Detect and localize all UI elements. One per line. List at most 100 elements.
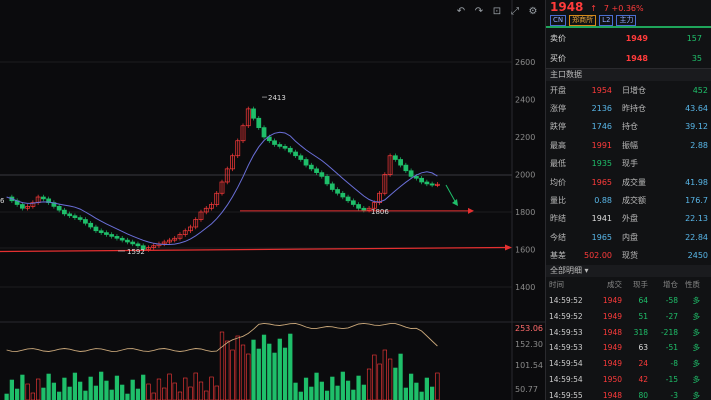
volume-bar (435, 372, 440, 400)
trade-time: 14:59:52 (549, 311, 583, 321)
settings-icon[interactable]: ⚙ (527, 6, 539, 18)
trade-row: 14:59:53 1948 318 -218 多 (549, 324, 709, 340)
low-price-label: 1592 (127, 248, 145, 256)
volume-bar (78, 381, 83, 400)
stats-grid: 开盘 1954 日增仓 452 涨停 2136 昨持仓 43.64 跌停 1746 … (546, 81, 711, 265)
stat-label: 振幅 (622, 140, 638, 150)
volume-bar (246, 353, 251, 400)
volume-bar (303, 377, 309, 400)
stat-value: 43.64 (685, 104, 708, 114)
ask-label: 卖价 (550, 33, 566, 43)
volume-bar (324, 390, 330, 400)
volume-bar (162, 387, 167, 400)
stat-value: 176.7 (685, 196, 708, 206)
stat-label: 内盘 (622, 232, 638, 242)
candle-body (403, 164, 409, 172)
volume-bar (267, 343, 272, 400)
fullscreen-icon[interactable]: ⤢ (509, 6, 521, 18)
screenshot-icon[interactable]: ⊡ (491, 6, 503, 18)
kline-svg[interactable]: 2600 2400 2200 2000 1800 1600 1400 253.06 152.30… (0, 0, 545, 400)
volume-bar (372, 354, 377, 400)
trade-nature: 多 (692, 359, 701, 369)
stat-label: 最高 (550, 140, 566, 150)
volume-bar (251, 339, 256, 400)
candle-body (314, 168, 319, 173)
ask-price: 1949 (625, 33, 648, 43)
volume-bar (419, 391, 424, 400)
stat-label: 成交量 (622, 177, 646, 187)
volume-bar (146, 383, 151, 400)
volume-bar (214, 385, 219, 400)
trade-col-header: 时间 (549, 280, 564, 290)
candle-body (261, 127, 267, 138)
stat-label: 开盘 (550, 85, 566, 95)
volume-bar (57, 391, 62, 400)
volume-bar (36, 378, 41, 400)
tag-l2[interactable]: L2 (599, 15, 614, 26)
tag-cn[interactable]: CN (550, 15, 567, 26)
trade-col-header: 增仓 (663, 280, 678, 290)
undo-icon[interactable]: ↶ (455, 6, 467, 18)
chart-toolbar: ↶ ↷ ⊡ ⤢ ⚙ (455, 6, 539, 18)
bid-volume: 35 (691, 53, 702, 63)
volume-bar (109, 389, 114, 400)
stat-value: 41.98 (685, 177, 708, 187)
volume-bar (177, 391, 183, 400)
trade-row: 14:59:52 1949 64 -58 多 (549, 293, 709, 309)
ask-row: 卖价 1949 157 (550, 28, 708, 48)
bid-label: 买价 (550, 53, 566, 63)
volume-bar (72, 372, 78, 400)
volume-bar (51, 382, 57, 400)
trade-time: 14:59:52 (549, 296, 583, 306)
volume-bar (41, 387, 46, 400)
candle-body (277, 144, 283, 147)
stat-value: 1965 (591, 232, 612, 242)
volume-bar (366, 368, 372, 400)
volume-bar (319, 381, 324, 400)
volume-bar (67, 386, 72, 400)
volume-bar (314, 372, 319, 400)
volume-bar (261, 334, 267, 400)
kline-chart[interactable]: 2600 2400 2200 2000 1800 1600 1400 253.06 152.30… (0, 0, 545, 400)
volume-bar (424, 377, 429, 400)
candle-body (88, 222, 94, 228)
candle-body (324, 176, 330, 185)
trade-qty: 80 (638, 390, 648, 400)
trade-price: 1948 (602, 327, 622, 337)
volume-bar (225, 340, 230, 400)
candle-body (72, 215, 78, 218)
candle-body (398, 159, 403, 166)
volume-bar (99, 371, 104, 400)
trade-oi: -218 (660, 327, 678, 337)
stat-label: 现货 (622, 251, 638, 261)
stat-value: 1746 (591, 122, 612, 132)
volume-bar (83, 390, 88, 400)
candle-body (20, 204, 25, 209)
candle-body (282, 146, 288, 149)
volume-tick-label: 50.77 (515, 385, 538, 394)
trade-col-header: 现手 (633, 280, 648, 290)
trade-nature: 多 (692, 311, 701, 321)
volume-bar (335, 385, 340, 400)
candle-body (308, 164, 314, 170)
tag-row: CN 郑商所 L2 主力 (550, 15, 708, 26)
trade-oi: -15 (665, 375, 678, 385)
tag-main[interactable]: 主力 (616, 15, 637, 26)
main-data-header[interactable]: 主口数据 (546, 69, 711, 81)
candle-body (335, 189, 340, 194)
dropdown-icon[interactable]: ▾ (585, 266, 589, 275)
candle-body (77, 217, 83, 220)
volume-bar (46, 373, 51, 400)
trades-header[interactable]: 全部明细 ▾ (546, 264, 711, 277)
trades-title: 全部明细 (550, 265, 582, 275)
volume-bar (20, 374, 25, 400)
stat-label: 量比 (550, 196, 566, 206)
price-tick-label: 2200 (515, 133, 535, 142)
volume-bar (256, 348, 261, 400)
tag-exchange[interactable]: 郑商所 (569, 15, 597, 26)
redo-icon[interactable]: ↷ (473, 6, 485, 18)
trade-row: 14:59:54 1949 24 -8 多 (549, 356, 709, 372)
volume-bar (340, 371, 345, 400)
stat-value: 1965 (591, 177, 612, 187)
stat-label: 昨持仓 (622, 104, 646, 114)
